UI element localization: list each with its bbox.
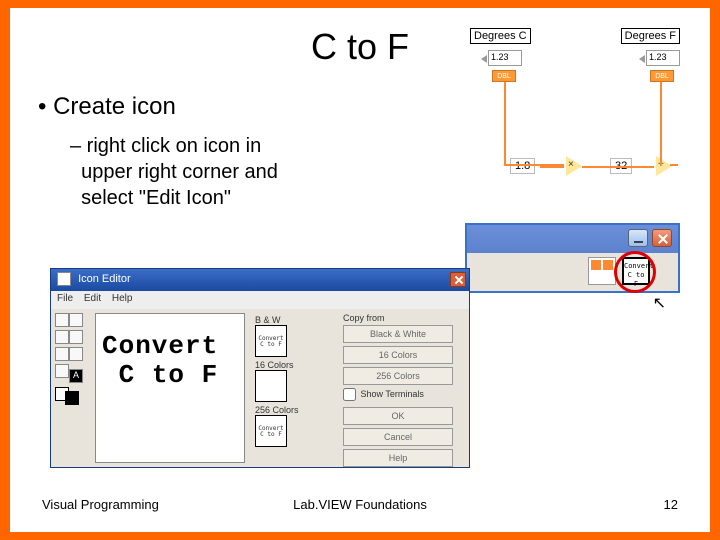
app-icon: [57, 272, 71, 286]
bullet-2: – right click on icon in upper right cor…: [70, 133, 278, 211]
copy-bw-button[interactable]: Black & White: [343, 325, 453, 343]
copy-16-button[interactable]: 16 Colors: [343, 346, 453, 364]
pencil-tool[interactable]: [55, 313, 69, 327]
dbl-tag-2: DBL: [650, 70, 674, 82]
tool-palette: A: [55, 313, 87, 401]
line-tool[interactable]: [69, 313, 83, 327]
close-button[interactable]: [652, 229, 672, 247]
bullet-1: • Create icon: [38, 93, 176, 121]
bw-preview[interactable]: ConvertC to F: [255, 325, 287, 357]
close-icon[interactable]: [450, 272, 466, 287]
fill-tool[interactable]: [69, 330, 83, 344]
filled-rect-tool[interactable]: [69, 347, 83, 361]
menu-bar[interactable]: File Edit Help: [51, 291, 469, 309]
constant-1: 1.8: [510, 158, 535, 174]
icon-canvas[interactable]: Convert C to F: [95, 313, 245, 463]
bw-label: B & W: [255, 315, 333, 325]
minimize-button[interactable]: [628, 229, 648, 247]
copy-from-label: Copy from: [343, 313, 461, 323]
c256-preview[interactable]: ConvertC to F: [255, 415, 287, 447]
vi-icon[interactable]: ConvertC to F: [622, 257, 650, 285]
select-tool[interactable]: [55, 364, 69, 378]
window-title: Icon Editor: [78, 273, 131, 285]
color-swatches[interactable]: [55, 387, 85, 401]
degrees-c-label: Degrees C: [470, 28, 531, 44]
cursor-icon: ↖: [653, 293, 666, 313]
c256-label: 256 Colors: [255, 405, 333, 415]
ok-button[interactable]: OK: [343, 407, 453, 425]
block-diagram: Degrees C Degrees F 1.23 1.23 DBL DBL 1.…: [470, 28, 680, 208]
preview-column: B & W ConvertC to F 16 Colors 256 Colors…: [255, 315, 333, 450]
slide: C to F • Create icon – right click on ic…: [10, 8, 710, 532]
window-titlebar: Icon Editor: [51, 269, 469, 291]
multiply-op: ×: [566, 156, 582, 176]
dbl-tag-1: DBL: [492, 70, 516, 82]
canvas-line-1: Convert: [102, 331, 218, 361]
degrees-f-label: Degrees F: [621, 28, 680, 44]
numeric-indicator: 1.23: [646, 50, 680, 66]
show-terminals-check[interactable]: Show Terminals: [343, 388, 461, 401]
numeric-control: 1.23: [488, 50, 522, 66]
cancel-button[interactable]: Cancel: [343, 428, 453, 446]
text-tool[interactable]: A: [69, 369, 83, 383]
c16-label: 16 Colors: [255, 360, 333, 370]
canvas-line-2: C to F: [119, 360, 219, 390]
help-button[interactable]: Help: [343, 449, 453, 467]
footer-center: Lab.VIEW Foundations: [10, 497, 710, 512]
connector-pane[interactable]: [588, 257, 616, 285]
copy-256-button[interactable]: 256 Colors: [343, 367, 453, 385]
c16-preview[interactable]: [255, 370, 287, 402]
add-op: +: [656, 156, 672, 176]
footer-page-number: 12: [664, 497, 678, 512]
icon-editor-window: Icon Editor File Edit Help A Convert C t…: [50, 268, 470, 468]
rect-tool[interactable]: [55, 347, 69, 361]
dropper-tool[interactable]: [55, 330, 69, 344]
vi-window-corner: ConvertC to F ↖: [465, 223, 680, 293]
button-column: Copy from Black & White 16 Colors 256 Co…: [343, 313, 461, 470]
